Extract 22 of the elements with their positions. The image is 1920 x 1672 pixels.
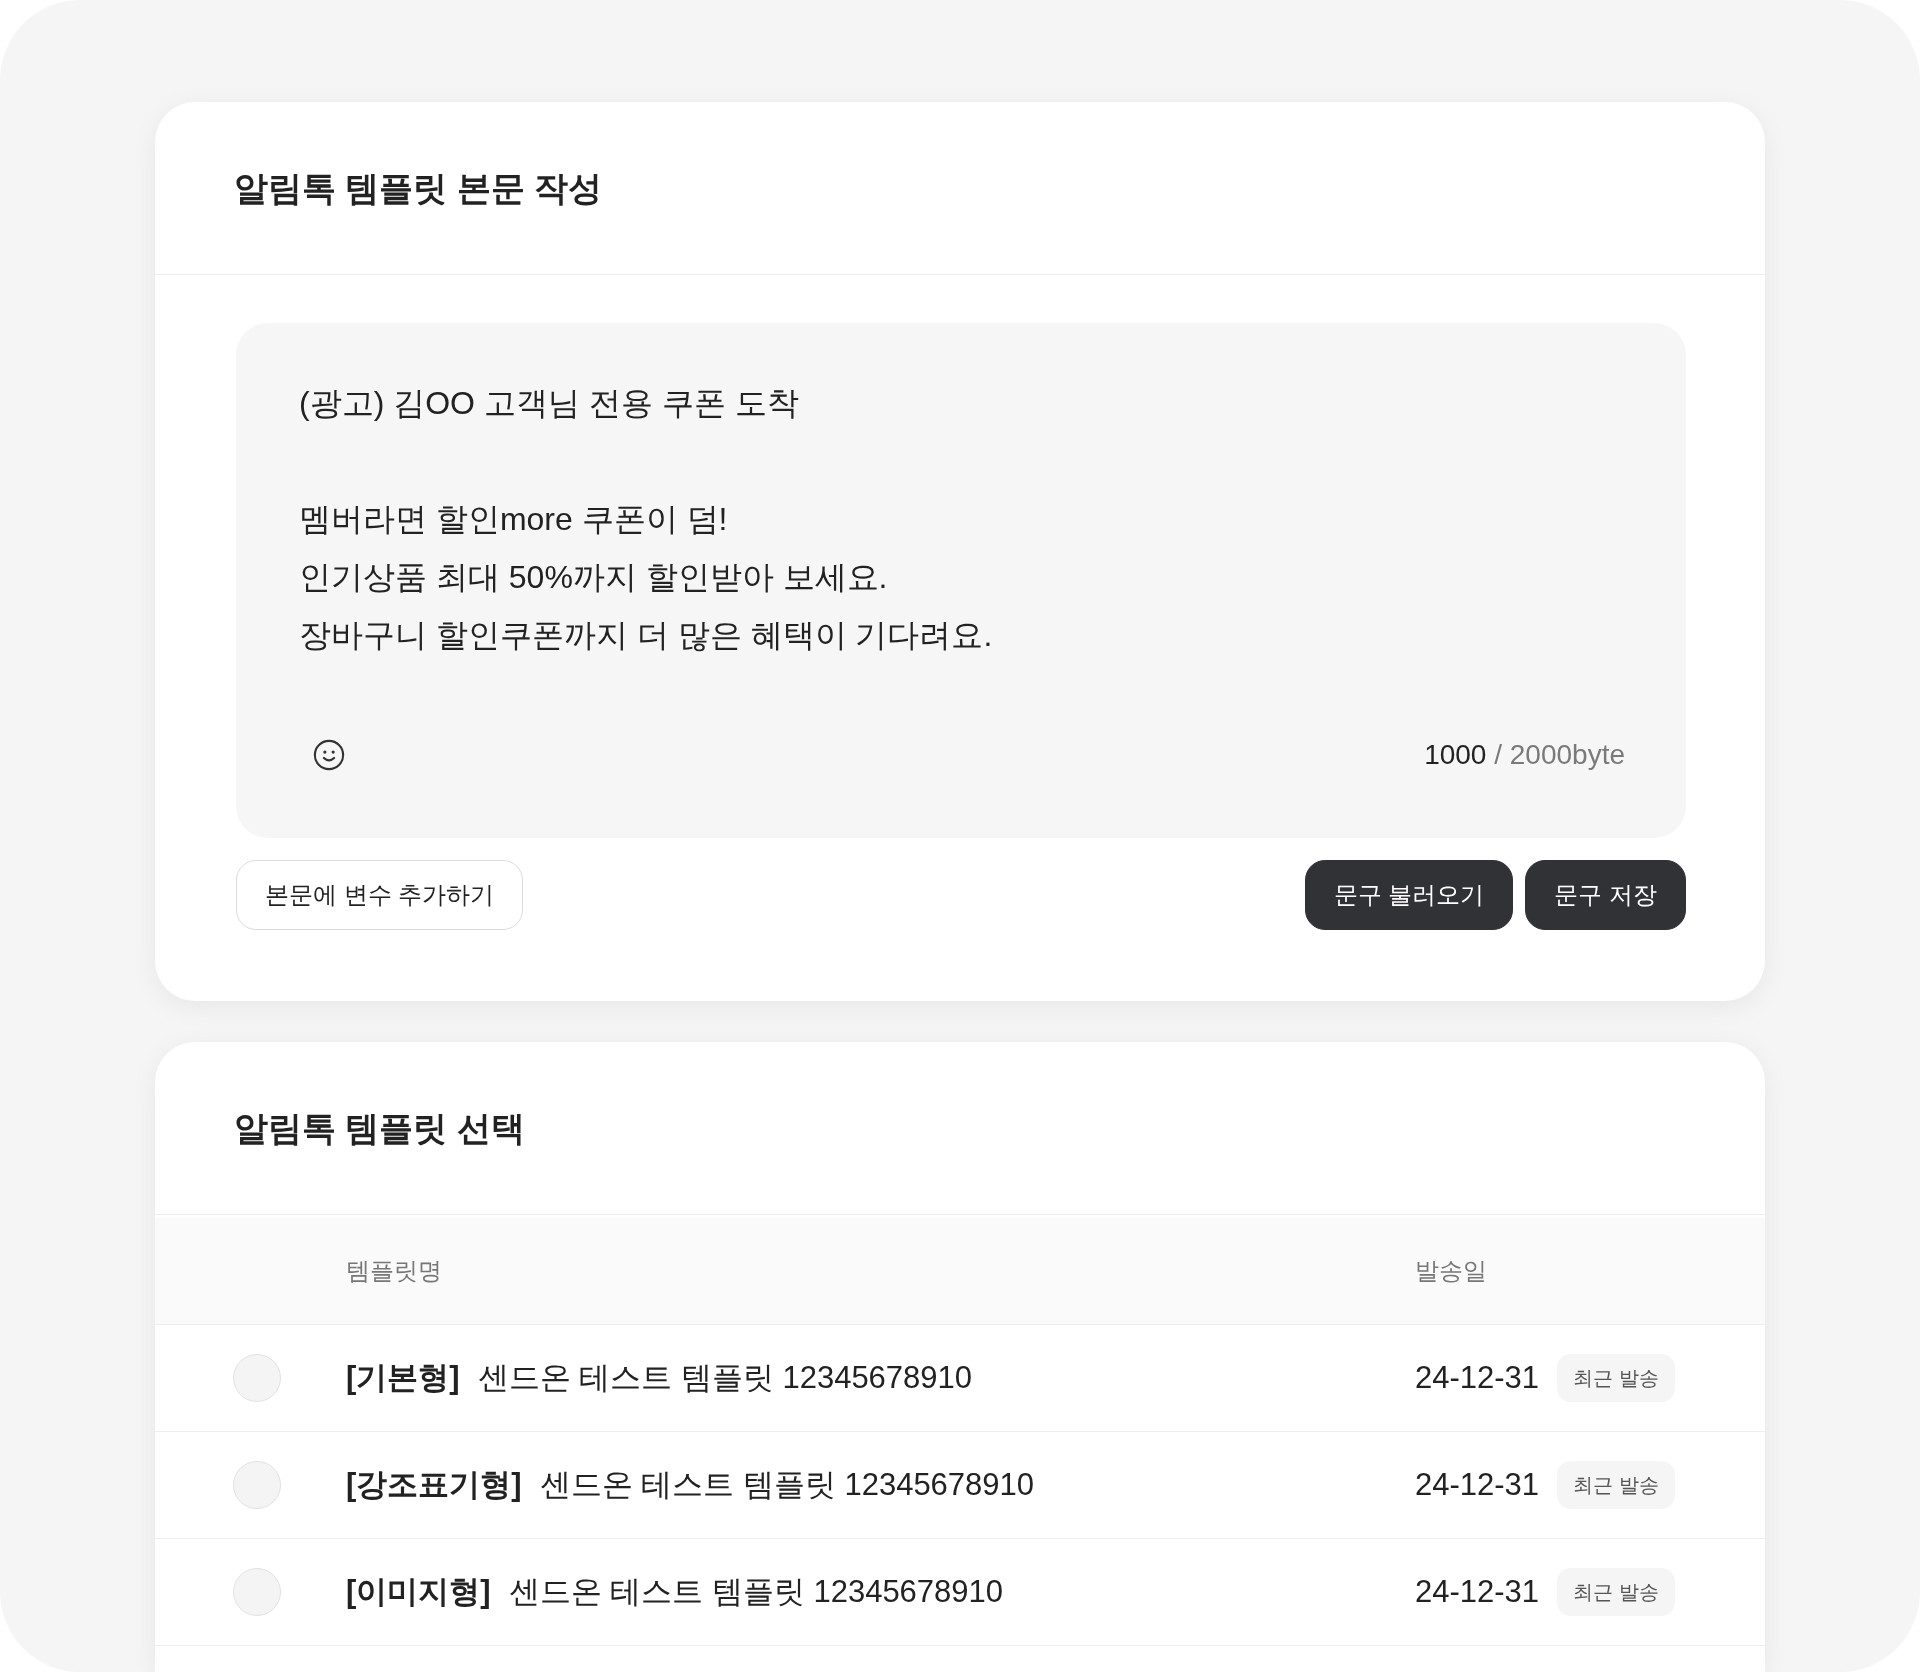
send-date: 24-12-31: [1415, 1572, 1540, 1611]
smiley-icon[interactable]: [313, 739, 345, 772]
recent-send-tag: 최근 발송: [1557, 1461, 1675, 1509]
add-variable-button[interactable]: 본문에 변수 추가하기: [236, 860, 524, 930]
template-name: [이미지형] 센드온 테스트 템플릿 12345678910: [346, 1573, 1004, 1609]
recent-send-tag: 최근 발송: [1557, 1568, 1675, 1616]
column-header: 발송일: [1415, 1256, 1487, 1286]
recent-send-tag: 최근 발송: [1557, 1354, 1675, 1402]
save-phrase-button[interactable]: 문구 저장: [1525, 860, 1686, 930]
radio-button[interactable]: [233, 1461, 281, 1509]
card-title: 알림톡 템플릿 본문 작성: [234, 167, 603, 209]
send-date: 24-12-31: [1415, 1465, 1540, 1504]
byte-counter: 1000 / 2000byte: [1424, 738, 1625, 772]
send-date: 24-12-31: [1415, 1358, 1540, 1397]
load-phrase-button[interactable]: 문구 불러오기: [1304, 860, 1514, 930]
template-name: [강조표기형] 센드온 테스트 템플릿 12345678910: [346, 1466, 1035, 1502]
column-header: 템플릿명: [346, 1256, 442, 1286]
card-title: 알림톡 템플릿 선택: [234, 1107, 525, 1149]
template-name: [기본형] 센드온 테스트 템플릿 12345678910: [346, 1359, 973, 1395]
radio-button[interactable]: [233, 1568, 281, 1616]
message-field[interactable]: (광고) 김OO 고객님 전용 쿠폰 도착 멤버라면 할인more 쿠폰이 덤! 인기상품 최대 50%까지 할인받아 보세요. 장바구니 할인쿠폰까지 더 많은 혜택이 기다려요.: [299, 374, 993, 664]
radio-button[interactable]: [233, 1354, 281, 1402]
